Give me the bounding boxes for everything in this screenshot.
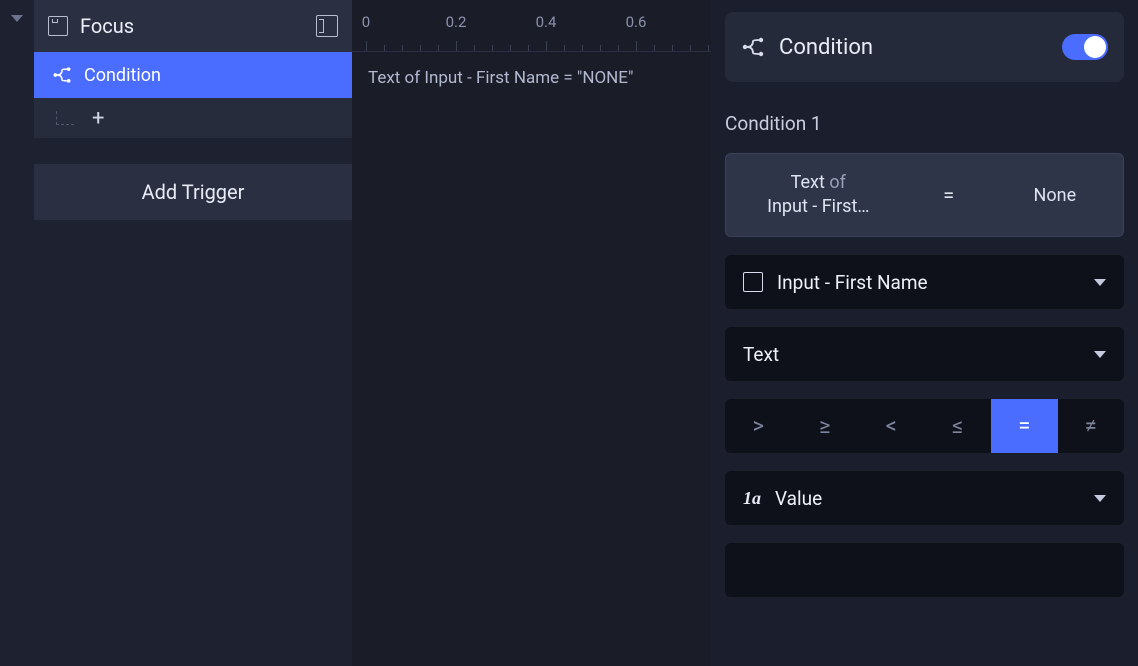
side-panel-icon[interactable] [316, 15, 338, 37]
branch-icon [52, 65, 72, 85]
value-type-label: Value [775, 487, 1080, 510]
inspector-title: Condition [779, 35, 1048, 60]
ruler-tick-minor [564, 45, 565, 51]
ruler-tick [456, 41, 457, 51]
operator-button[interactable]: ≥ [792, 399, 859, 453]
value-type-dropdown[interactable]: 1a Value [725, 471, 1124, 525]
add-trigger-button[interactable]: Add Trigger [34, 164, 352, 220]
collapse-gutter[interactable] [0, 0, 34, 666]
branch-icon [741, 35, 765, 59]
triggers-panel: Focus Condition + Add Trigger [34, 0, 352, 666]
ruler-tick-minor [420, 45, 421, 51]
ruler-tick-minor [690, 45, 691, 51]
condition-summary-text: Text of Input - First Name = "NONE" [352, 52, 711, 104]
summary-operator: = [910, 183, 986, 207]
chevron-down-icon [1094, 279, 1106, 286]
timeline-ruler[interactable]: 00.20.40.60.8 [352, 0, 711, 52]
ruler-tick-minor [474, 45, 475, 51]
add-action-row[interactable]: + [34, 98, 352, 138]
ruler-tick-minor [654, 45, 655, 51]
operator-selector: >≥<≤=≠ [725, 399, 1124, 453]
inspector-header: Condition [725, 12, 1124, 82]
operator-button[interactable]: = [991, 399, 1058, 453]
summary-lhs-of: of [829, 172, 846, 193]
action-row-condition[interactable]: Condition [34, 52, 352, 98]
condition-enabled-toggle[interactable] [1062, 34, 1108, 60]
target-element-label: Input - First Name [777, 271, 1080, 294]
inspector-panel: Condition Condition 1 Text of Input - Fi… [711, 0, 1138, 666]
summary-rhs: None [987, 185, 1123, 206]
ruler-tick [546, 41, 547, 51]
ruler-tick-minor [618, 45, 619, 51]
input-element-icon [48, 16, 68, 36]
chevron-down-icon [1094, 495, 1106, 502]
ruler-tick-minor [672, 45, 673, 51]
ruler-tick [636, 41, 637, 51]
ruler-tick-minor [438, 45, 439, 51]
trigger-title: Focus [80, 14, 304, 38]
ruler-tick-minor [492, 45, 493, 51]
ruler-tick-minor [384, 45, 385, 51]
chevron-down-icon [1094, 351, 1106, 358]
tree-branch-icon [56, 111, 74, 125]
chevron-down-icon [11, 15, 23, 22]
action-row-label: Condition [84, 65, 161, 86]
value-input[interactable] [725, 543, 1124, 597]
add-trigger-label: Add Trigger [142, 180, 245, 204]
ruler-tick-minor [582, 45, 583, 51]
summary-lhs-target: Input - First… [767, 196, 869, 217]
property-label: Text [743, 343, 1080, 366]
ruler-tick-label: 0.4 [536, 13, 557, 31]
timeline-panel: 00.20.40.60.8 Text of Input - First Name… [352, 0, 711, 666]
condition-summary[interactable]: Text of Input - First… = None [725, 153, 1124, 237]
operator-button[interactable]: < [858, 399, 925, 453]
target-element-dropdown[interactable]: Input - First Name [725, 255, 1124, 309]
trigger-header: Focus [34, 0, 352, 52]
element-icon [743, 272, 763, 292]
ruler-tick-label: 0.6 [626, 13, 647, 31]
plus-icon: + [92, 106, 104, 131]
operator-button[interactable]: ≤ [925, 399, 992, 453]
operator-button[interactable]: ≠ [1058, 399, 1125, 453]
ruler-tick-minor [402, 45, 403, 51]
property-dropdown[interactable]: Text [725, 327, 1124, 381]
ruler-tick-minor [708, 45, 709, 51]
ruler-tick [366, 41, 367, 51]
toggle-knob [1084, 36, 1106, 58]
ruler-tick-minor [528, 45, 529, 51]
summary-lhs-prefix: Text [791, 172, 825, 193]
ruler-tick-minor [510, 45, 511, 51]
condition-section-label: Condition 1 [725, 112, 1124, 135]
ruler-tick-label: 0 [362, 13, 370, 31]
variable-icon: 1a [743, 488, 761, 509]
summary-lhs: Text of Input - First… [726, 171, 910, 220]
ruler-tick-minor [600, 45, 601, 51]
operator-button[interactable]: > [725, 399, 792, 453]
ruler-tick-label: 0.2 [446, 13, 467, 31]
